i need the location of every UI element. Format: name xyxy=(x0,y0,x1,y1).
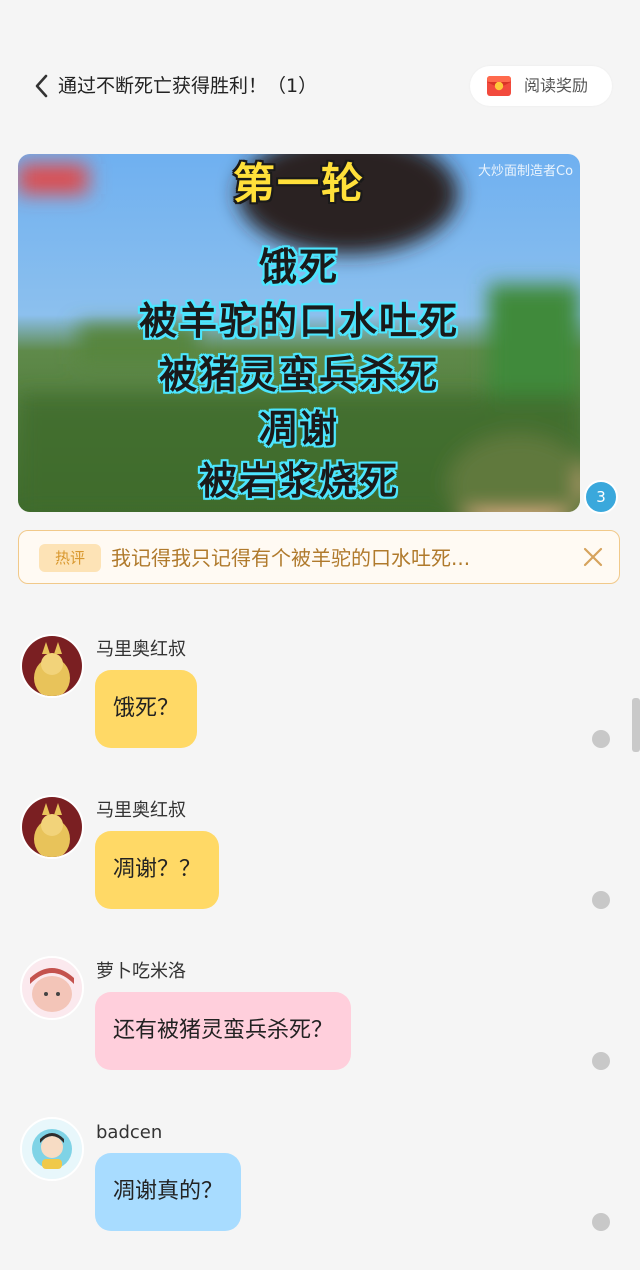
red-envelope-icon xyxy=(487,76,511,96)
image-caption-line: 饿死 xyxy=(258,245,339,289)
more-options-button[interactable] xyxy=(592,730,610,748)
comment-bubble[interactable]: 还有被猪灵蛮兵杀死？ xyxy=(95,992,352,1070)
more-options-button[interactable] xyxy=(592,1213,610,1231)
avatar[interactable] xyxy=(20,634,84,698)
reading-reward-button[interactable]: 阅读奖励 xyxy=(470,66,612,106)
page-title: 通过不断死亡获得胜利！（1） xyxy=(58,75,318,97)
more-options-button[interactable] xyxy=(592,891,610,909)
reading-reward-label: 阅读奖励 xyxy=(524,76,589,95)
post-image[interactable]: 大炒面制造者Co 第一轮 饿死 被羊驼的口水吐死 被猪灵蛮兵杀死 凋谢 被岩浆烧… xyxy=(18,154,580,512)
top-bar: 通过不断死亡获得胜利！（1） 阅读奖励 xyxy=(0,60,640,112)
image-caption-lines: 第一轮 饿死 被羊驼的口水吐死 被猪灵蛮兵杀死 凋谢 被岩浆烧死 xyxy=(18,154,580,512)
comment-username: 马里奥红叔 xyxy=(96,639,186,660)
avatar[interactable] xyxy=(20,795,84,859)
close-button[interactable] xyxy=(581,545,605,569)
comment-bubble[interactable]: 饿死？ xyxy=(95,670,198,748)
comment-item: badcen 凋谢真的？ xyxy=(0,1117,640,1257)
comment-username: badcen xyxy=(96,1122,163,1143)
scrollbar[interactable] xyxy=(632,698,640,752)
comment-count-badge[interactable]: 3 xyxy=(584,480,618,514)
comment-bubble[interactable]: 凋谢真的？ xyxy=(95,1153,242,1231)
chevron-left-icon xyxy=(35,74,48,98)
comment-item: 萝卜吃米洛 还有被猪灵蛮兵杀死？ xyxy=(0,956,640,1096)
hot-comment-text: 我记得我只记得有个被羊驼的口水吐死... xyxy=(111,546,471,570)
image-caption-line: 被猪灵蛮兵杀死 xyxy=(158,353,439,397)
back-button[interactable] xyxy=(30,72,54,100)
comment-item: 马里奥红叔 凋谢？？ xyxy=(0,795,640,935)
comment-bubble[interactable]: 凋谢？？ xyxy=(95,831,220,909)
close-icon xyxy=(583,547,603,567)
image-caption-line: 第一轮 xyxy=(232,159,365,208)
comment-username: 萝卜吃米洛 xyxy=(96,961,186,982)
image-caption-line: 被岩浆烧死 xyxy=(198,459,399,503)
image-caption-line: 凋谢 xyxy=(258,407,339,451)
more-options-button[interactable] xyxy=(592,1052,610,1070)
avatar[interactable] xyxy=(20,1117,84,1181)
comment-username: 马里奥红叔 xyxy=(96,800,186,821)
hot-comment-bar[interactable]: 热评 我记得我只记得有个被羊驼的口水吐死... xyxy=(18,530,620,584)
avatar[interactable] xyxy=(20,956,84,1020)
hot-comment-tag: 热评 xyxy=(39,544,101,572)
comment-item: 马里奥红叔 饿死？ xyxy=(0,634,640,774)
image-caption-line: 被羊驼的口水吐死 xyxy=(138,299,459,343)
